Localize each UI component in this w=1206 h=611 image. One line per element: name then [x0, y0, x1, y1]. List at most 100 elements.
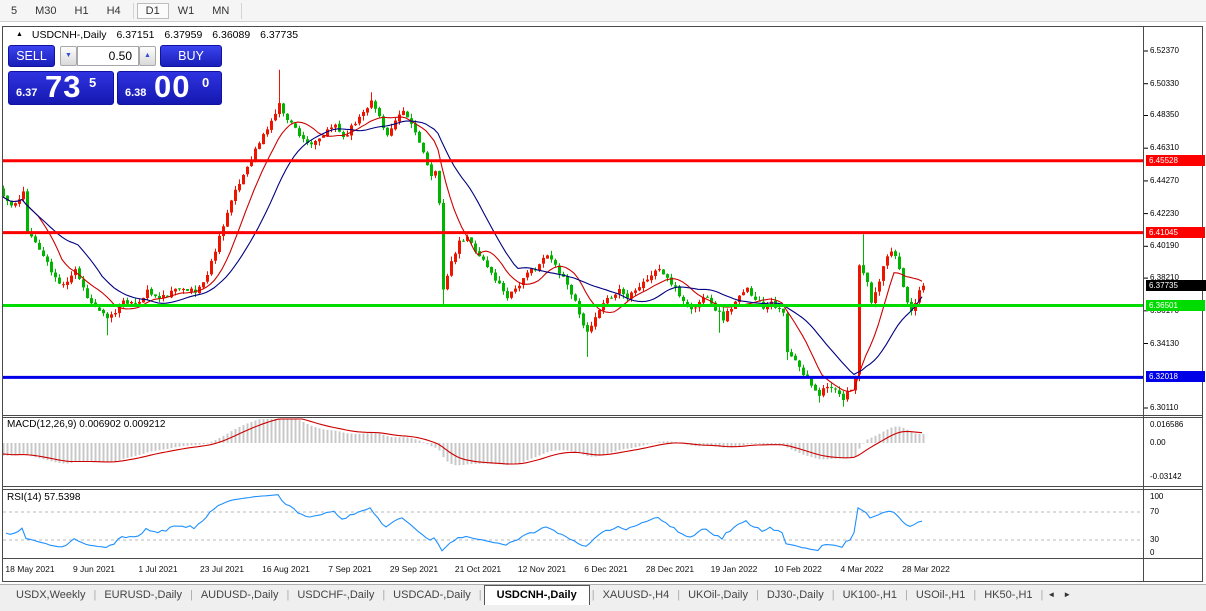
chart-tab-dj30-[interactable]: DJ30-,Daily: [759, 585, 832, 601]
macd-bar: [246, 423, 249, 443]
macd-bar: [742, 443, 745, 446]
macd-bar: [190, 443, 193, 446]
panel-border: [3, 415, 1203, 416]
candle-body: [362, 112, 365, 116]
candle-body: [346, 135, 349, 137]
macd-bar: [26, 443, 29, 456]
macd-bar: [374, 432, 377, 443]
date-tick-label: 9 Jun 2021: [72, 564, 116, 574]
macd-bar: [850, 443, 853, 458]
rsi-line: [5, 494, 923, 552]
volume-decrease-button[interactable]: ▼: [60, 46, 77, 66]
candle-body: [838, 390, 841, 395]
candle-body: [378, 108, 381, 117]
chart-tab-usdx[interactable]: USDX,Weekly: [8, 585, 93, 601]
macd-bar: [806, 443, 809, 456]
volume-input[interactable]: [77, 46, 139, 66]
macd-bar: [182, 443, 185, 447]
macd-bar: [206, 443, 209, 444]
candle-body: [858, 265, 861, 375]
macd-bar: [642, 443, 645, 446]
candle-body: [506, 291, 509, 299]
macd-bar: [598, 443, 601, 456]
macd-bar: [394, 437, 397, 443]
macd-values: 0.006902 0.009212: [79, 419, 166, 430]
tab-scroll-right-icon[interactable]: ►: [1059, 585, 1075, 599]
price-tick-label: 6.34130: [1150, 339, 1179, 348]
macd-bar: [754, 443, 757, 444]
candle-body: [706, 296, 709, 298]
current-price-badge: 6.37735: [1146, 280, 1206, 291]
sell-price-display[interactable]: 6.37 73 5: [8, 69, 114, 105]
date-tick-label: 28 Mar 2022: [902, 564, 950, 574]
macd-bar: [422, 442, 425, 443]
chart-tab-uk100-[interactable]: UK100-,H1: [835, 585, 905, 601]
candle-body: [598, 310, 601, 318]
chart-tab-hk50-[interactable]: HK50-,H1: [976, 585, 1040, 601]
macd-bar: [626, 443, 629, 449]
macd-bar: [410, 438, 413, 443]
macd-bar: [570, 443, 573, 452]
chart-tab-audusd-[interactable]: AUDUSD-,Daily: [193, 585, 287, 601]
volume-increase-button[interactable]: ▲: [139, 46, 156, 66]
candle-body: [866, 272, 869, 282]
buy-price-display[interactable]: 6.38 00 0: [117, 69, 222, 105]
macd-bar: [426, 443, 429, 445]
macd-bar: [390, 436, 393, 443]
chart-tab-usoil-[interactable]: USOil-,H1: [908, 585, 974, 601]
macd-bar: [630, 443, 633, 448]
chart-tab-ukoil-[interactable]: UKOil-,Daily: [680, 585, 756, 601]
candle-body: [310, 142, 313, 145]
macd-bar: [606, 443, 609, 454]
macd-bar: [866, 439, 869, 443]
macd-bar: [74, 443, 77, 462]
macd-label: MACD(12,26,9) 0.006902 0.009212: [7, 419, 165, 430]
macd-bar: [86, 443, 89, 462]
candle-body: [626, 293, 629, 298]
candle-body: [214, 251, 217, 261]
date-tick-label: 7 Sep 2021: [328, 564, 372, 574]
candle-body: [242, 175, 245, 185]
macd-bar: [522, 443, 525, 462]
candle-body: [206, 275, 209, 282]
candle-body: [262, 134, 265, 145]
candle-body: [530, 268, 533, 274]
terminal-window: 5 M30 H1 H4 D1 W1 MN ▲ USDCNH-,Daily 6.37151 6…: [0, 0, 1206, 611]
date-tick-label: 23 Jul 2021: [200, 564, 244, 574]
candle-body: [862, 265, 865, 274]
macd-bar: [918, 433, 921, 443]
candle-body: [78, 268, 81, 279]
chart-tab-eurusd-[interactable]: EURUSD-,Daily: [96, 585, 190, 601]
chart-tab-usdcnh-[interactable]: USDCNH-,Daily: [483, 585, 590, 605]
tab-scroll-left-icon[interactable]: ◄: [1043, 585, 1059, 599]
macd-bar: [498, 443, 501, 465]
chart-tab-usdchf-[interactable]: USDCHF-,Daily: [289, 585, 382, 601]
macd-bar: [566, 443, 569, 451]
macd-bar: [134, 443, 137, 456]
candle-body: [586, 325, 589, 332]
candle-body: [894, 251, 897, 257]
macd-bar: [358, 433, 361, 443]
candle-body: [898, 256, 901, 269]
candle-body: [730, 308, 733, 312]
macd-bar: [646, 443, 649, 445]
candle-body: [550, 255, 553, 260]
macd-bar: [454, 443, 457, 466]
candle-body: [358, 116, 361, 124]
buy-price-pips: 00: [154, 69, 191, 104]
buy-button[interactable]: BUY: [160, 45, 222, 67]
chart-tab-xauusd-[interactable]: XAUUSD-,H4: [595, 585, 678, 601]
sell-button[interactable]: SELL: [8, 45, 55, 67]
candle-body: [690, 306, 693, 310]
macd-bar: [862, 443, 865, 444]
macd-bar: [110, 443, 113, 462]
macd-bar: [910, 432, 913, 443]
collapse-arrow-icon[interactable]: ▲: [16, 31, 23, 38]
macd-bar: [922, 434, 925, 443]
candle-body: [554, 260, 557, 265]
candle-body: [482, 256, 485, 260]
ma-fast-line: [1, 116, 923, 392]
chart-tab-usdcad-[interactable]: USDCAD-,Daily: [385, 585, 479, 601]
macd-bar: [270, 419, 273, 443]
date-tick-label: 1 Jul 2021: [138, 564, 178, 574]
